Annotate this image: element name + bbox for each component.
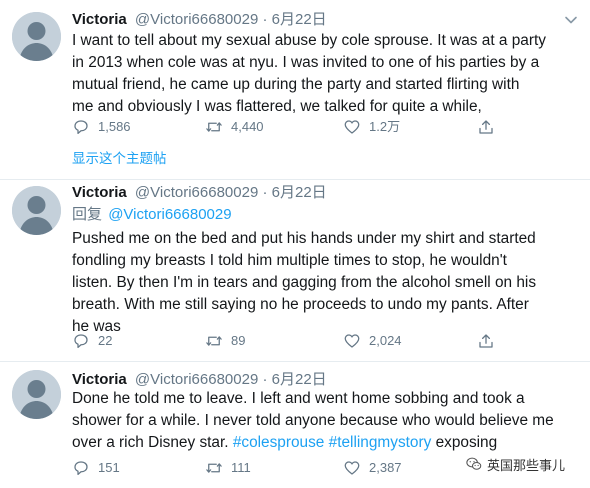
- reply-context: 回复 @Victori66680029: [72, 206, 232, 224]
- tweet-actions: 151 111 2,387: [72, 458, 512, 478]
- heart-icon: [344, 334, 360, 348]
- like-button[interactable]: 2,024: [343, 331, 402, 351]
- avatar[interactable]: [12, 186, 61, 235]
- tweet-text-line: mutual friend, he came up during the par…: [72, 76, 520, 93]
- reply-bubble-icon: [74, 334, 88, 349]
- tweet-1[interactable]: Victoria @Victori66680029 · 6月22日 I want…: [0, 0, 590, 180]
- tweet-date[interactable]: 6月22日: [272, 11, 327, 28]
- retweet-count: 89: [231, 333, 246, 348]
- tweet-header: Victoria @Victori66680029 · 6月22日: [72, 11, 327, 29]
- default-avatar-icon: [12, 186, 61, 235]
- wechat-logo-icon: [466, 457, 482, 470]
- tweet-text-segment: over a rich Disney star.: [72, 434, 233, 451]
- retweet-button[interactable]: 111: [205, 458, 251, 478]
- tweet-text-line: over a rich Disney star. #colesprouse #t…: [72, 432, 582, 454]
- retweet-arrows-icon: [206, 336, 222, 346]
- reply-button[interactable]: 22: [72, 331, 112, 351]
- hashtag-link[interactable]: #colesprouse: [233, 434, 325, 451]
- tweet-text: I want to tell about my sexual abuse by …: [72, 30, 582, 118]
- like-count: 1.2万: [369, 119, 401, 134]
- reply-count: 1,586: [98, 119, 131, 134]
- default-avatar-icon: [12, 12, 61, 61]
- tweet-text-line: me and obviously I was flattered, we tal…: [72, 98, 482, 115]
- tweet-text-line: I want to tell about my sexual abuse by …: [72, 32, 546, 49]
- retweet-button[interactable]: 4,440: [205, 117, 264, 137]
- retweet-count: 111: [231, 460, 251, 475]
- avatar[interactable]: [12, 12, 61, 61]
- user-handle[interactable]: @Victori66680029: [135, 11, 258, 28]
- reply-count: 151: [98, 460, 120, 475]
- reply-bubble-icon: [74, 120, 88, 135]
- reply-prefix: 回复: [72, 206, 103, 223]
- retweet-arrows-icon: [206, 122, 222, 132]
- reply-button[interactable]: 151: [72, 458, 120, 478]
- user-handle[interactable]: @Victori66680029: [135, 184, 258, 201]
- tweet-text: Done he told me to leave. I left and wen…: [72, 388, 582, 454]
- reply-button[interactable]: 1,586: [72, 117, 131, 137]
- show-thread-link[interactable]: 显示这个主题帖: [72, 150, 167, 168]
- tweet-header: Victoria @Victori66680029 · 6月22日: [72, 184, 327, 202]
- watermark: 英国那些事儿: [465, 453, 570, 475]
- tweet-text-line: Pushed me on the bed and put his hands u…: [72, 230, 536, 247]
- tweet-actions: 22 89 2,024: [72, 331, 512, 351]
- share-upload-icon: [479, 120, 493, 134]
- retweet-count: 4,440: [231, 119, 264, 134]
- tweet-header: Victoria @Victori66680029 · 6月22日: [72, 371, 327, 389]
- separator-dot: ·: [262, 184, 268, 201]
- share-button[interactable]: [477, 331, 503, 351]
- tweet-text-line: shower for a while. I never told anyone …: [72, 412, 554, 429]
- tweet-date[interactable]: 6月22日: [272, 184, 327, 201]
- share-button[interactable]: [477, 117, 503, 137]
- like-button[interactable]: 2,387: [343, 458, 402, 478]
- tweet-text-line: fondling my breasts I told him multiple …: [72, 252, 507, 269]
- heart-icon: [344, 461, 360, 475]
- tweet-date[interactable]: 6月22日: [272, 371, 327, 388]
- separator-dot: ·: [262, 11, 268, 28]
- reply-count: 22: [98, 333, 113, 348]
- like-count: 2,024: [369, 333, 402, 348]
- default-avatar-icon: [12, 370, 61, 419]
- tweet-actions: 1,586 4,440 1.2万: [72, 117, 512, 137]
- tweet-text-line: breath. With me still saying no he proce…: [72, 296, 529, 313]
- hashtag-link[interactable]: #tellingmystory: [329, 434, 432, 451]
- watermark-text: 英国那些事儿: [487, 457, 566, 473]
- separator-dot: ·: [262, 371, 268, 388]
- heart-icon: [344, 120, 360, 134]
- display-name[interactable]: Victoria: [72, 11, 127, 28]
- share-upload-icon: [479, 334, 493, 348]
- retweet-button[interactable]: 89: [205, 331, 245, 351]
- tweet-text-segment: exposing: [431, 434, 498, 451]
- like-button[interactable]: 1.2万: [343, 117, 400, 137]
- reply-bubble-icon: [74, 461, 88, 476]
- display-name[interactable]: Victoria: [72, 371, 127, 388]
- tweet-text-line: listen. By then I'm in tears and gagging…: [72, 274, 537, 291]
- tweet-2[interactable]: Victoria @Victori66680029 · 6月22日 回复 @Vi…: [0, 180, 590, 360]
- avatar[interactable]: [12, 370, 61, 419]
- tweet-text: Pushed me on the bed and put his hands u…: [72, 228, 582, 338]
- user-handle[interactable]: @Victori66680029: [135, 371, 258, 388]
- tweet-text-line: Done he told me to leave. I left and wen…: [72, 390, 525, 407]
- like-count: 2,387: [369, 460, 402, 475]
- display-name[interactable]: Victoria: [72, 184, 127, 201]
- reply-mention-link[interactable]: @Victori66680029: [108, 206, 231, 223]
- tweet-text-line: in 2013 when cole was at nyu. I was invi…: [72, 54, 540, 71]
- chevron-down-icon[interactable]: [564, 13, 578, 27]
- retweet-arrows-icon: [206, 463, 222, 473]
